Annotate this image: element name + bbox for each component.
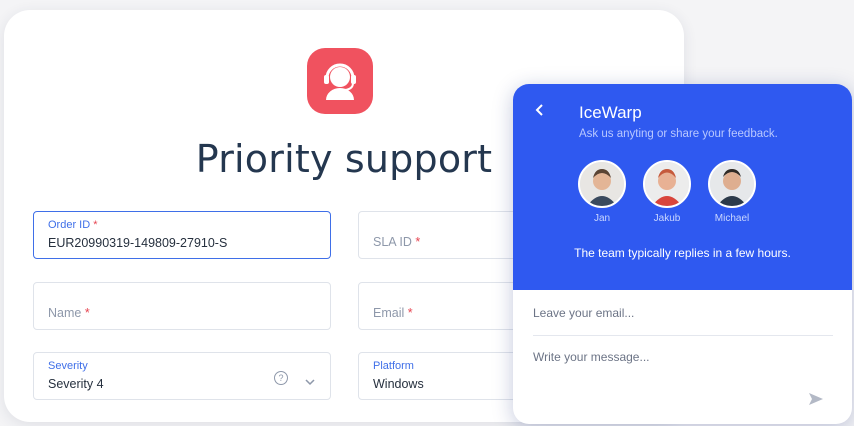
chat-subtitle: Ask us anyting or share your feedback. xyxy=(579,128,778,140)
team-member-name: Jan xyxy=(593,213,611,224)
chat-email-input[interactable]: Leave your email... xyxy=(533,302,833,336)
help-circle-icon[interactable]: ? xyxy=(274,371,288,385)
chat-widget: IceWarp Ask us anyting or share your fee… xyxy=(513,84,852,424)
email-label: Email * xyxy=(373,306,413,320)
team-member-name: Michael xyxy=(714,213,750,224)
chevron-down-icon[interactable] xyxy=(304,373,316,391)
platform-value: Windows xyxy=(373,377,424,391)
reply-time-note: The team typically replies in a few hour… xyxy=(574,246,791,260)
send-icon[interactable] xyxy=(808,392,824,411)
order-id-label: Order ID * xyxy=(48,219,98,231)
avatar xyxy=(708,160,756,208)
team-member-michael: Michael xyxy=(702,160,762,224)
chevron-left-icon[interactable] xyxy=(533,102,547,123)
avatar xyxy=(643,160,691,208)
chat-header: IceWarp Ask us anyting or share your fee… xyxy=(513,84,852,290)
sla-id-label: SLA ID * xyxy=(373,235,421,249)
order-id-value: EUR20990319-149809-27910-S xyxy=(48,236,228,250)
platform-label: Platform xyxy=(373,360,414,372)
team-member-jan: Jan xyxy=(572,160,632,224)
severity-label: Severity xyxy=(48,360,88,372)
avatar xyxy=(578,160,626,208)
headset-support-icon xyxy=(307,48,373,114)
team-member-jakub: Jakub xyxy=(637,160,697,224)
chat-message-input[interactable]: Write your message... xyxy=(533,350,649,364)
name-label: Name * xyxy=(48,306,90,320)
severity-value: Severity 4 xyxy=(48,377,104,391)
chat-title: IceWarp xyxy=(579,103,642,122)
team-member-name: Jakub xyxy=(653,213,681,224)
severity-select[interactable]: Severity Severity 4 ? xyxy=(33,352,331,400)
order-id-field[interactable]: Order ID * EUR20990319-149809-27910-S xyxy=(33,211,331,259)
name-field[interactable]: Name * xyxy=(33,282,331,330)
